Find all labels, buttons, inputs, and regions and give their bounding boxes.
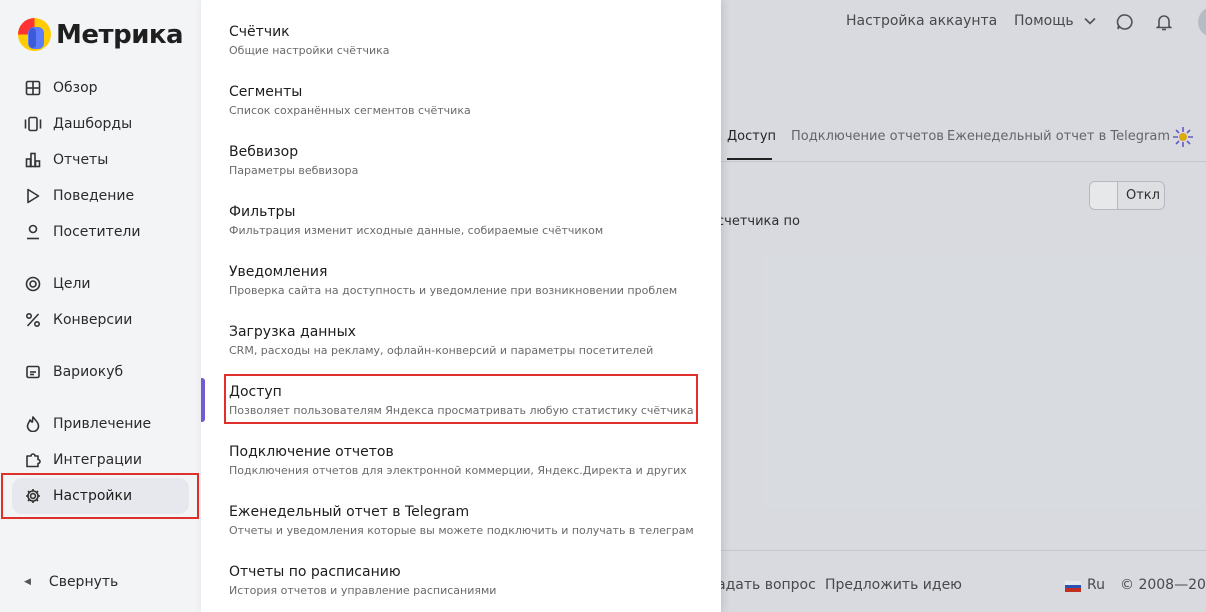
- grid-icon: [24, 79, 42, 97]
- menu-item-description: Фильтрация изменит исходные данные, соби…: [229, 224, 604, 237]
- menu-item-title: Загрузка данных: [229, 324, 356, 340]
- menu-item-title: Вебвизор: [229, 144, 299, 160]
- account-settings-link[interactable]: Настройка аккаунта: [846, 13, 997, 29]
- copyright: © 2008—2024: [1120, 577, 1206, 593]
- active-tab-underline: [727, 158, 772, 160]
- sidebar-item-label: Вариокуб: [53, 364, 124, 380]
- settings-menu-item-webvisor[interactable]: Вебвизор Параметры вебвизора: [229, 143, 699, 195]
- settings-menu-item-filters[interactable]: Фильтры Фильтрация изменит исходные данн…: [229, 203, 699, 255]
- sidebar-item-visitors[interactable]: Посетители: [12, 214, 189, 250]
- target-icon: [24, 275, 42, 293]
- sidebar: Метрика Обзор Дашборды Отчеты Поведение …: [0, 0, 201, 612]
- sidebar-item-conversions[interactable]: Конверсии: [12, 302, 189, 338]
- settings-menu-item-data-upload[interactable]: Загрузка данных CRM, расходы на рекламу,…: [229, 323, 699, 375]
- settings-menu: Счётчик Общие настройки счётчика Сегмент…: [201, 0, 721, 612]
- play-icon: [24, 187, 42, 205]
- sidebar-item-label: Цели: [53, 276, 91, 292]
- sidebar-item-behavior[interactable]: Поведение: [12, 178, 189, 214]
- settings-menu-item-scheduled-reports[interactable]: Отчеты по расписанию История отчетов и у…: [229, 563, 699, 612]
- app-name: Метрика: [56, 19, 184, 50]
- menu-item-title: Еженедельный отчет в Telegram: [229, 504, 470, 520]
- percent-icon: [24, 311, 42, 329]
- settings-menu-item-report-connection[interactable]: Подключение отчетов Подключения отчетов …: [229, 443, 699, 495]
- variocube-icon: [24, 363, 42, 381]
- menu-item-title: Счётчик: [229, 24, 290, 40]
- menu-item-description: Подключения отчетов для электронной комм…: [229, 464, 687, 477]
- sidebar-item-label: Обзор: [53, 80, 98, 96]
- sidebar-item-label: Посетители: [53, 224, 141, 240]
- settings-menu-item-segments[interactable]: Сегменты Список сохранённых сегментов сч…: [229, 83, 699, 135]
- collapse-arrow-icon: ◀: [24, 577, 31, 587]
- sidebar-item-label: Конверсии: [53, 312, 133, 328]
- menu-item-description: Проверка сайта на доступность и уведомле…: [229, 284, 678, 297]
- sidebar-item-label: Поведение: [53, 188, 135, 204]
- toggle-label: Откл: [1126, 188, 1160, 203]
- menu-item-title: Фильтры: [229, 204, 296, 220]
- gear-icon: [24, 487, 42, 505]
- sidebar-item-dashboards[interactable]: Дашборды: [12, 106, 189, 142]
- user-icon: [24, 223, 42, 241]
- avatar[interactable]: [1198, 7, 1206, 37]
- access-toggle[interactable]: Откл: [1089, 181, 1165, 210]
- sidebar-item-label: Отчеты: [53, 152, 109, 168]
- bell-icon[interactable]: [1155, 13, 1173, 35]
- tab-report-connection[interactable]: Подключение отчетов: [791, 129, 944, 144]
- chevron-down-icon: [1084, 13, 1096, 29]
- menu-item-description: Список сохранённых сегментов счётчика: [229, 104, 471, 117]
- sidebar-item-reports[interactable]: Отчеты: [12, 142, 189, 178]
- metrika-logo-icon: [18, 18, 51, 51]
- ask-question-link[interactable]: адать вопрос: [721, 577, 816, 593]
- sidebar-item-goals[interactable]: Цели: [12, 266, 189, 302]
- sidebar-item-integrations[interactable]: Интеграции: [12, 442, 189, 478]
- sidebar-item-overview[interactable]: Обзор: [12, 70, 189, 106]
- toggle-knob: [1090, 182, 1118, 209]
- dashboards-icon: [24, 115, 42, 133]
- sidebar-item-settings[interactable]: Настройки: [12, 478, 189, 514]
- logo[interactable]: Метрика: [18, 18, 184, 51]
- sidebar-item-variocube[interactable]: Вариокуб: [12, 354, 189, 390]
- background-page: Настройка аккаунта Помощь Доступ Подключ…: [721, 0, 1206, 612]
- menu-item-title: Отчеты по расписанию: [229, 564, 401, 580]
- bar-chart-icon: [24, 151, 42, 169]
- overlay-dim: [721, 0, 1206, 612]
- flame-icon: [24, 415, 42, 433]
- menu-item-description: Параметры вебвизора: [229, 164, 359, 177]
- menu-item-title: Уведомления: [229, 264, 328, 280]
- menu-item-title: Сегменты: [229, 84, 303, 100]
- language-switch[interactable]: Ru: [1087, 577, 1105, 593]
- sidebar-item-acquisition[interactable]: Привлечение: [12, 406, 189, 442]
- help-menu[interactable]: Помощь: [1014, 13, 1096, 29]
- sidebar-item-label: Привлечение: [53, 416, 152, 432]
- access-description-fragment: счетчика по: [721, 214, 800, 229]
- settings-menu-item-notifications[interactable]: Уведомления Проверка сайта на доступност…: [229, 263, 699, 315]
- menu-item-description: Отчеты и уведомления которые вы можете п…: [229, 524, 694, 537]
- russian-flag-icon: [1065, 581, 1081, 592]
- chat-icon[interactable]: [1116, 13, 1134, 35]
- collapse-sidebar-button[interactable]: ◀ Свернуть: [24, 574, 118, 590]
- settings-menu-item-access[interactable]: Доступ Позволяет пользователям Яндекса п…: [229, 383, 699, 435]
- menu-item-title: Подключение отчетов: [229, 444, 394, 460]
- menu-item-description: CRM, расходы на рекламу, офлайн-конверси…: [229, 344, 654, 357]
- suggest-idea-link[interactable]: Предложить идею: [825, 577, 962, 593]
- menu-item-title: Доступ: [229, 384, 282, 400]
- menu-item-description: История отчетов и управление расписаниям…: [229, 584, 497, 597]
- puzzle-icon: [24, 451, 42, 469]
- footer-divider: [721, 550, 1206, 551]
- sidebar-item-label: Дашборды: [53, 116, 133, 132]
- settings-menu-item-counter[interactable]: Счётчик Общие настройки счётчика: [229, 23, 699, 75]
- menu-item-description: Позволяет пользователям Яндекса просматр…: [229, 404, 694, 417]
- tab-telegram-report[interactable]: Еженедельный отчет в Telegram: [947, 129, 1170, 144]
- settings-menu-item-telegram-report[interactable]: Еженедельный отчет в Telegram Отчеты и у…: [229, 503, 699, 555]
- help-label: Помощь: [1014, 13, 1074, 29]
- tab-access[interactable]: Доступ: [727, 129, 776, 144]
- sidebar-item-label: Настройки: [53, 488, 133, 504]
- menu-item-description: Общие настройки счётчика: [229, 44, 390, 57]
- collapse-label: Свернуть: [48, 574, 119, 590]
- sparkle-icon[interactable]: [1172, 126, 1194, 152]
- tabs-divider: [721, 161, 1206, 162]
- sidebar-item-label: Интеграции: [53, 452, 142, 468]
- active-item-indicator: [201, 378, 205, 422]
